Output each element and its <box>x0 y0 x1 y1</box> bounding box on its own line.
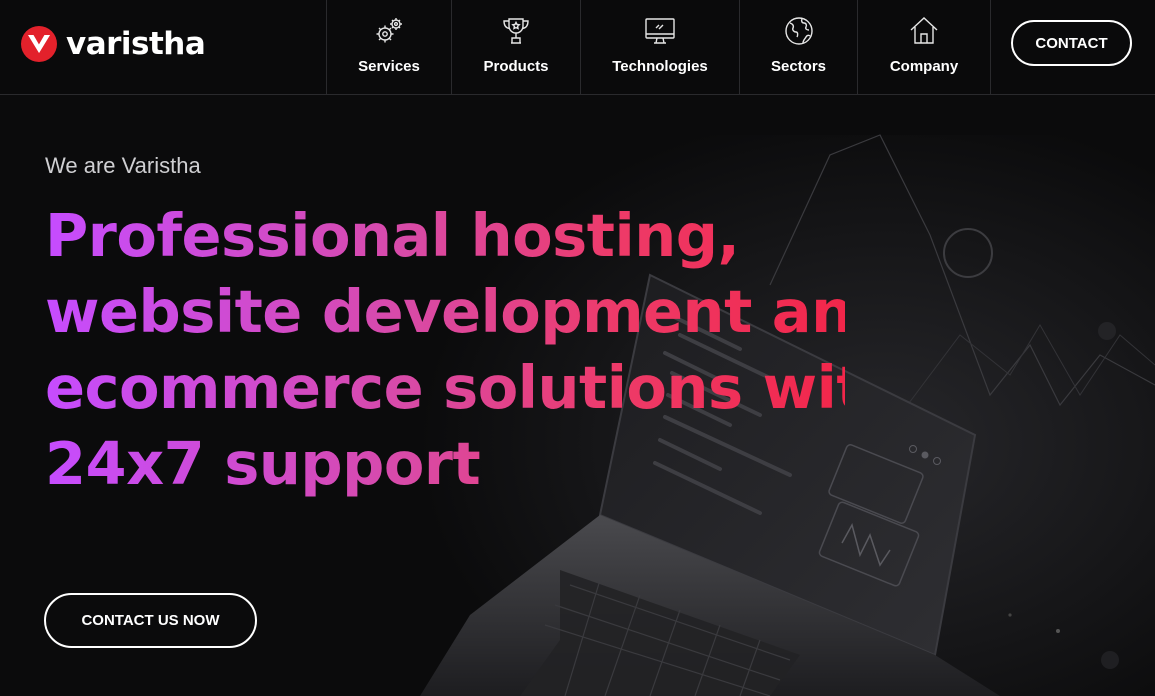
headline-line-2: website development and <box>45 274 905 350</box>
nav-item-technologies[interactable]: Technologies <box>580 0 739 94</box>
nav-item-sectors[interactable]: Sectors <box>739 0 857 94</box>
hero-headline: Professional hosting, website developmen… <box>45 198 906 502</box>
headline-line-3: ecommerce solutions with <box>45 350 906 426</box>
home-icon <box>910 17 938 44</box>
trophy-icon <box>503 18 529 44</box>
brand-name: varistha <box>66 26 206 62</box>
contact-us-now-button[interactable]: CONTACT US NOW <box>44 593 257 648</box>
nav-item-company[interactable]: Company <box>857 0 991 94</box>
nav-label-company: Company <box>889 58 959 75</box>
globe-icon <box>784 17 813 45</box>
hero-tagline: We are Varistha <box>45 153 201 178</box>
varistha-logo-icon <box>21 26 57 62</box>
headline-line-4: 24x7 support <box>45 426 905 502</box>
nav-label-products: Products <box>483 58 549 75</box>
headline-line-1: Professional hosting, <box>45 198 905 274</box>
nav-item-services[interactable]: Services <box>326 0 451 94</box>
nav-item-products[interactable]: Products <box>451 0 580 94</box>
contact-button[interactable]: CONTACT <box>1011 20 1132 66</box>
brand-logo[interactable]: varistha <box>20 25 206 63</box>
nav-label-services: Services <box>358 58 420 75</box>
monitor-icon <box>645 18 675 44</box>
gears-icon <box>376 18 402 43</box>
nav-label-sectors: Sectors <box>770 58 827 75</box>
nav-label-technologies: Technologies <box>612 58 708 75</box>
main-nav: Services Products Technologies Sectors C… <box>326 0 991 94</box>
site-header: varistha Services Products Technologies … <box>0 0 1155 95</box>
